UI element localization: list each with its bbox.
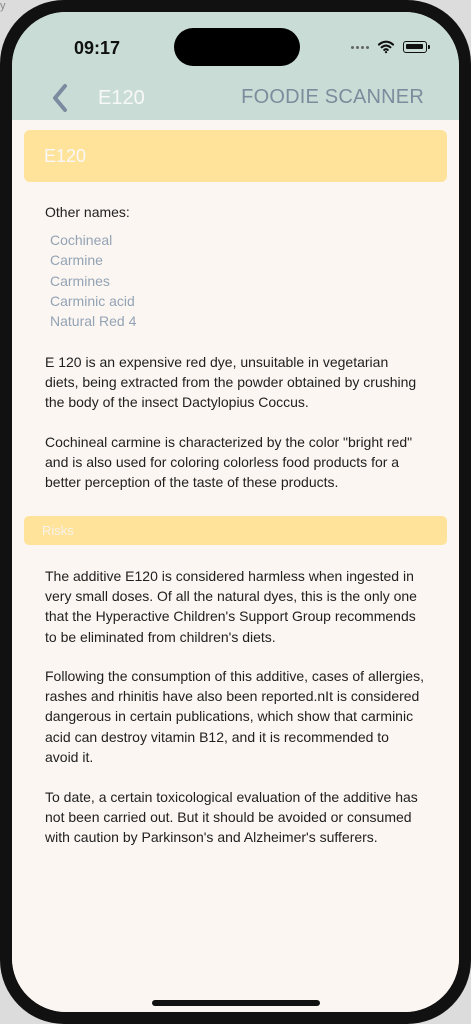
wifi-icon (377, 40, 395, 54)
chevron-left-icon (53, 84, 67, 112)
content-area: E120 Other names: Cochineal Carmine Carm… (12, 120, 459, 1012)
description-paragraph: E 120 is an expensive red dye, unsuitabl… (45, 354, 417, 411)
app-header: 09:17 E120 FOODIE SCANNER (12, 12, 459, 120)
risk-paragraph: Following the consumption of this additi… (45, 668, 424, 765)
other-name-item: Carminic acid (50, 292, 135, 309)
additive-banner-title: E120 (44, 145, 87, 166)
corner-text: y (0, 0, 6, 12)
other-name-item: Carmine (50, 252, 103, 269)
other-name-item: Carmines (50, 272, 110, 289)
risk-paragraph: To date, a certain toxicological evaluat… (45, 789, 418, 846)
nav-title: E120 (98, 87, 145, 109)
other-name-item: Natural Red 4 (50, 313, 137, 330)
other-names-label: Other names: (45, 204, 130, 220)
app-stage: y 09:17 E120 FOODIE SCANNER E120 Other n… (0, 0, 471, 1024)
risks-title: Risks (42, 523, 74, 538)
risk-paragraph: The additive E120 is considered harmless… (45, 568, 417, 645)
signal-dots-icon (351, 45, 369, 49)
other-names-list: Cochineal Carmine Carmines Carminic acid… (50, 230, 136, 331)
battery-icon (403, 41, 430, 53)
app-title: FOODIE SCANNER (241, 86, 424, 108)
additive-banner: E120 (24, 130, 447, 182)
description-paragraph: Cochineal carmine is characterized by th… (45, 434, 413, 491)
status-icons (351, 40, 430, 54)
home-indicator (151, 1000, 320, 1006)
other-name-item: Cochineal (50, 232, 113, 248)
screen: 09:17 E120 FOODIE SCANNER E120 Other nam… (12, 12, 459, 1012)
back-button[interactable] (48, 82, 72, 114)
dynamic-island (174, 28, 300, 66)
phone-frame: 09:17 E120 FOODIE SCANNER E120 Other nam… (0, 0, 471, 1024)
status-time: 09:17 (74, 38, 121, 58)
risks-banner: Risks (24, 516, 447, 545)
